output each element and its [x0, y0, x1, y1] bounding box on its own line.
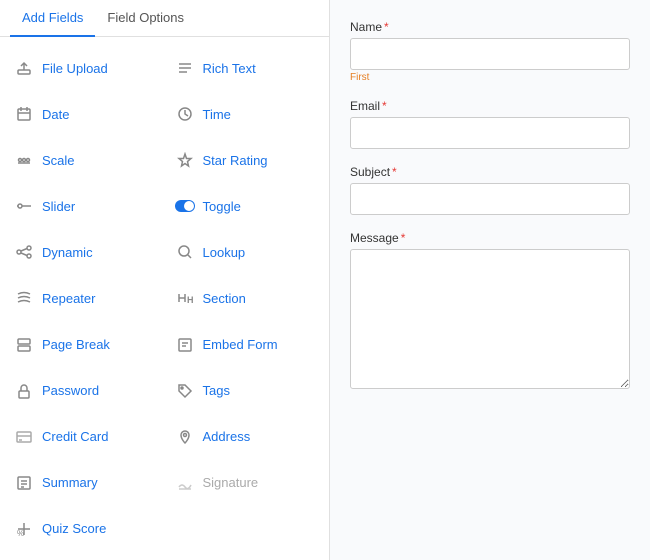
- field-item-tags[interactable]: Tags: [165, 368, 326, 414]
- search-icon: [175, 242, 195, 262]
- subject-field-group: Subject*: [350, 165, 630, 215]
- field-item-lookup[interactable]: Lookup: [165, 229, 326, 275]
- scale-icon: [14, 150, 34, 170]
- field-item-summary[interactable]: Summary: [4, 460, 165, 506]
- field-item-dynamic[interactable]: Dynamic: [4, 229, 165, 275]
- name-field-group: Name* First: [350, 20, 630, 83]
- name-sublabel: First: [350, 72, 630, 83]
- svg-text:%: %: [17, 529, 24, 537]
- signature-icon: [175, 473, 195, 493]
- name-input[interactable]: [350, 38, 630, 70]
- pagebreak-icon: [14, 335, 34, 355]
- field-item-credit-card[interactable]: Credit Card: [4, 414, 165, 460]
- field-item-quiz-score[interactable]: % Quiz Score: [4, 506, 165, 552]
- field-item-toggle[interactable]: Toggle: [165, 183, 326, 229]
- email-input[interactable]: [350, 117, 630, 149]
- field-item-time[interactable]: Time: [165, 91, 326, 137]
- creditcard-icon: [14, 427, 34, 447]
- field-item-slider[interactable]: Slider: [4, 183, 165, 229]
- svg-text:H: H: [187, 295, 193, 305]
- tab-field-options[interactable]: Field Options: [95, 0, 196, 37]
- tag-icon: [175, 381, 195, 401]
- subject-input[interactable]: [350, 183, 630, 215]
- summary-icon: [14, 473, 34, 493]
- embedform-icon: [175, 335, 195, 355]
- left-panel: Add Fields Field Options File Upload: [0, 0, 330, 560]
- heading-icon: H: [175, 288, 195, 308]
- clock-icon: [175, 104, 195, 124]
- name-label: Name*: [350, 20, 630, 34]
- message-field-group: Message*: [350, 231, 630, 392]
- quiz-icon: %: [14, 519, 34, 539]
- calendar-icon: [14, 104, 34, 124]
- lock-icon: [14, 381, 34, 401]
- dynamic-icon: [14, 242, 34, 262]
- field-item-repeater[interactable]: Repeater: [4, 275, 165, 321]
- field-item-embed-form[interactable]: Embed Form: [165, 322, 326, 368]
- field-item-section[interactable]: H Section: [165, 275, 326, 321]
- repeater-icon: [14, 288, 34, 308]
- upload-icon: [14, 58, 34, 78]
- slider-icon: [14, 196, 34, 216]
- form-preview: Name* First Email* Subject* Message*: [330, 0, 650, 560]
- tab-add-fields[interactable]: Add Fields: [10, 0, 95, 37]
- toggle-icon: [175, 196, 195, 216]
- field-item-star-rating[interactable]: Star Rating: [165, 137, 326, 183]
- field-item-date[interactable]: Date: [4, 91, 165, 137]
- field-item-rich-text[interactable]: Rich Text: [165, 45, 326, 91]
- subject-label: Subject*: [350, 165, 630, 179]
- field-item-page-break[interactable]: Page Break: [4, 322, 165, 368]
- tabs: Add Fields Field Options: [0, 0, 329, 37]
- field-item-address[interactable]: Address: [165, 414, 326, 460]
- message-label: Message*: [350, 231, 630, 245]
- field-item-file-upload[interactable]: File Upload: [4, 45, 165, 91]
- pin-icon: [175, 427, 195, 447]
- email-field-group: Email*: [350, 99, 630, 149]
- field-item-signature: Signature: [165, 460, 326, 506]
- field-item-scale[interactable]: Scale: [4, 137, 165, 183]
- star-icon: [175, 150, 195, 170]
- field-item-password[interactable]: Password: [4, 368, 165, 414]
- fields-grid: File Upload Rich Text: [0, 37, 329, 560]
- message-input[interactable]: [350, 249, 630, 389]
- email-label: Email*: [350, 99, 630, 113]
- lines-icon: [175, 58, 195, 78]
